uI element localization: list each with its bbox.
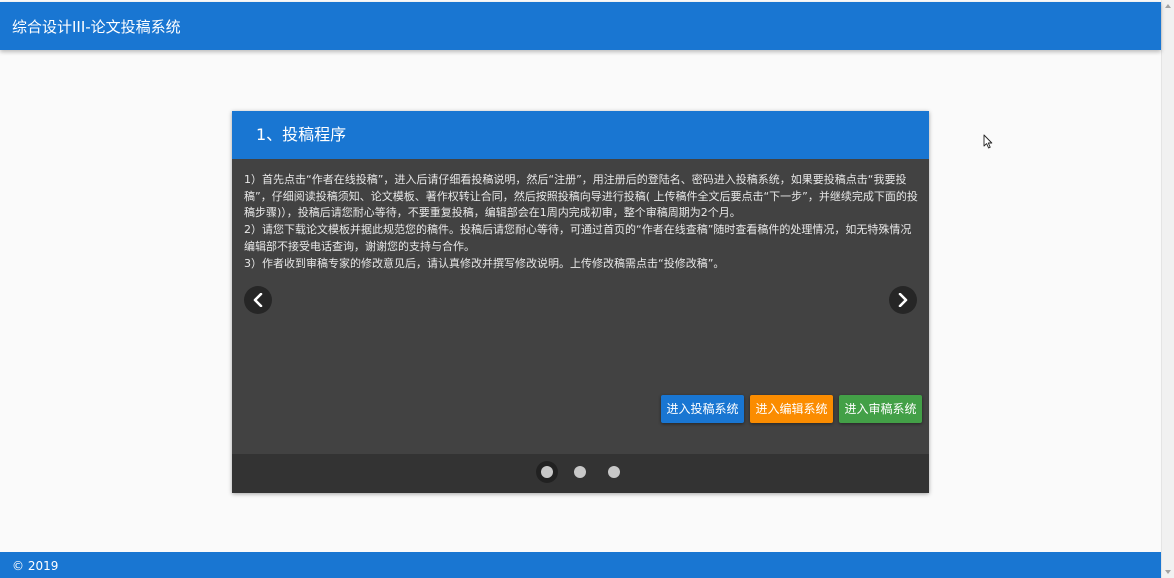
slide-content: 1）首先点击“作者在线投稿”，进入后请仔细看投稿说明，然后“注册”，用注册后的登… bbox=[244, 172, 919, 272]
app-bar: 综合设计III-论文投稿系统 bbox=[0, 2, 1161, 50]
instruction-paragraph-1: 1）首先点击“作者在线投稿”，进入后请仔细看投稿说明，然后“注册”，用注册后的登… bbox=[244, 173, 918, 220]
copyright-text: © 2019 bbox=[12, 559, 59, 573]
carousel-dot-1[interactable] bbox=[541, 466, 553, 478]
carousel-dot-2[interactable] bbox=[574, 466, 586, 478]
carousel-next-button[interactable] bbox=[889, 286, 917, 314]
carousel-dot-3[interactable] bbox=[608, 466, 620, 478]
page-scrollbar[interactable] bbox=[1161, 0, 1174, 578]
enter-editor-system-button[interactable]: 进入编辑系统 bbox=[750, 395, 833, 423]
slide-title: 1、投稿程序 bbox=[256, 125, 347, 144]
carousel-prev-button[interactable] bbox=[244, 286, 272, 314]
carousel-indicators bbox=[232, 454, 929, 493]
chevron-left-icon bbox=[253, 293, 263, 307]
enter-review-system-button[interactable]: 进入审稿系统 bbox=[839, 395, 922, 423]
slide-header: 1、投稿程序 bbox=[232, 111, 929, 159]
scroll-down-arrow-icon[interactable] bbox=[1165, 570, 1171, 574]
scroll-up-arrow-icon[interactable] bbox=[1165, 4, 1171, 8]
mouse-cursor-icon bbox=[983, 134, 993, 149]
instruction-paragraph-2: 2）请您下载论文模板并据此规范您的稿件。投稿后请您耐心等待，可通过首页的“作者在… bbox=[244, 223, 912, 253]
chevron-right-icon bbox=[898, 293, 908, 307]
footer: © 2019 bbox=[0, 552, 1161, 578]
instruction-paragraph-3: 3）作者收到审稿专家的修改意见后，请认真修改并撰写修改说明。上传修改稿需点击“投… bbox=[244, 256, 725, 270]
enter-submission-system-button[interactable]: 进入投稿系统 bbox=[661, 395, 744, 423]
carousel: 1、投稿程序 1）首先点击“作者在线投稿”，进入后请仔细看投稿说明，然后“注册”… bbox=[232, 111, 929, 493]
app-title: 综合设计III-论文投稿系统 bbox=[12, 18, 181, 36]
